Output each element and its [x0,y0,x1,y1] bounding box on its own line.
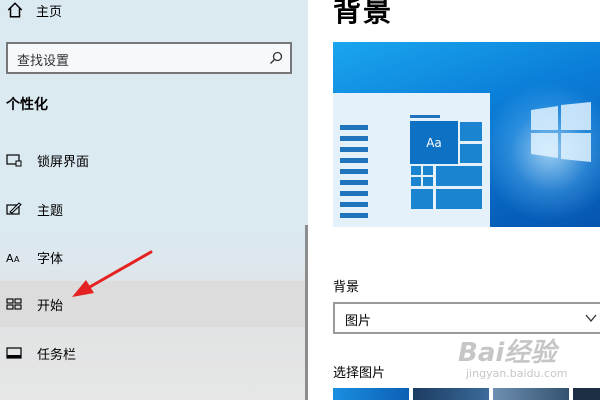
theme-icon [6,202,22,215]
start-menu-preview: Aa [333,93,490,227]
preview-tile [435,188,483,210]
picture-thumbnail[interactable] [333,388,409,400]
preview-tile-aa: Aa [410,121,458,164]
home-icon [7,2,23,18]
search-placeholder: 查找设置 [17,54,70,69]
preview-list-bar [340,180,368,185]
preview-list-bar [340,147,368,152]
sidebar-item-lock-screen[interactable]: 锁屏界面 [0,137,308,183]
background-type-dropdown[interactable]: 图片 [333,302,600,334]
search-icon[interactable] [268,50,284,66]
picture-thumbnail[interactable] [573,388,600,400]
windows-logo-icon [531,102,591,162]
preview-tile [422,165,434,176]
preview-list-bar [340,158,368,163]
dropdown-value: 图片 [345,314,372,329]
pane-divider [308,0,310,400]
sidebar-item-label: 字体 [37,251,64,267]
sidebar-item-start[interactable]: 开始 [0,281,308,327]
sidebar-item-label: 开始 [37,298,64,314]
sidebar-item-label: 锁屏界面 [37,154,90,170]
start-icon [6,298,22,310]
sidebar-item-label: 任务栏 [37,347,77,363]
preview-header-bar [410,115,440,118]
preview-list-bar [340,125,368,130]
font-icon: A A [6,252,20,265]
settings-sidebar: 主页 查找设置 个性化 锁屏界面 主题 A A 字体 开始 任务栏 [0,0,308,400]
preview-list-bar [340,191,368,196]
sidebar-item-theme[interactable]: 主题 [0,186,308,232]
svg-text:A: A [6,252,14,265]
taskbar-icon [6,347,22,359]
preview-list-bar [340,202,368,207]
choose-picture-label: 选择图片 [333,366,386,381]
sidebar-item-taskbar[interactable]: 任务栏 [0,330,308,376]
svg-text:A: A [14,255,20,264]
lock-screen-icon [6,154,22,167]
home-label: 主页 [36,4,63,20]
preview-list-bar [340,169,368,174]
preview-list-bar [340,213,368,218]
preview-tile [459,143,483,164]
sidebar-item-label: 主题 [37,203,64,219]
background-label: 背景 [333,280,360,295]
preview-list-bar [340,136,368,141]
preview-tile [422,176,434,187]
preview-tile [410,188,434,210]
picture-thumbnail[interactable] [493,388,569,400]
baidu-watermark-url: jingyan.baidu.com [466,367,568,380]
sidebar-item-fonts[interactable]: A A 字体 [0,234,308,280]
home-link[interactable]: 主页 [6,0,62,22]
preview-tile [410,176,422,187]
background-preview: Aa [333,42,600,227]
preview-tile [459,121,483,142]
picture-thumbnail[interactable] [413,388,489,400]
search-settings-input[interactable]: 查找设置 [6,42,292,74]
preview-tile [410,165,422,176]
section-title: 个性化 [6,97,48,113]
preview-tile [435,165,483,187]
baidu-watermark: Bai经验 [458,338,557,368]
page-title: 背景 [333,0,394,28]
chevron-down-icon [585,314,597,323]
